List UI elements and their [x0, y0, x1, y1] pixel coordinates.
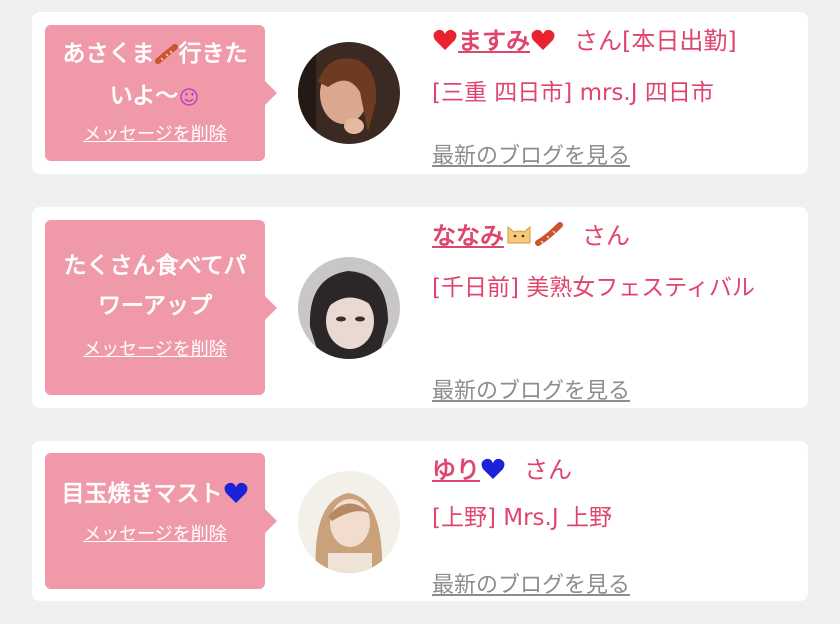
status-badge: [本日出勤] — [622, 27, 737, 55]
blue-heart-icon — [480, 456, 506, 490]
blue-heart-icon — [223, 479, 249, 517]
message-bubble: 目玉焼きマスト メッセージを削除 — [45, 453, 277, 589]
message-card: あさくま 行きたいよ～ メッセージを削除 ますみ さん[本日出勤] [三重 四日市]… — [32, 12, 808, 174]
shop-name: [三重 四日市] mrs.J 四日市 — [432, 80, 714, 106]
name-line: ゆり さん — [432, 453, 792, 490]
cat-sausage-icon — [504, 221, 564, 256]
message-card: たくさん食べてパワーアップ メッセージを削除 ななみ さん [千日前] 美熟女フェ… — [32, 207, 808, 408]
avatar[interactable] — [298, 257, 400, 359]
honorific: さん — [574, 27, 622, 55]
delete-message-link[interactable]: メッセージを削除 — [55, 123, 255, 147]
name-line: ますみ さん[本日出勤] — [432, 24, 792, 61]
avatar[interactable] — [298, 471, 400, 573]
message-text: あさくま 行きたいよ～ — [55, 35, 255, 119]
cast-name-link[interactable]: ゆり — [432, 456, 506, 484]
red-heart-icon — [432, 27, 458, 61]
blog-link[interactable]: 最新のブログを見る — [432, 373, 630, 405]
cast-name-link[interactable]: ななみ — [432, 222, 564, 250]
delete-message-link[interactable]: メッセージを削除 — [55, 338, 255, 362]
shop-name: [上野] Mrs.J 上野 — [432, 505, 612, 531]
delete-message-link[interactable]: メッセージを削除 — [55, 523, 255, 547]
message-bubble: たくさん食べてパワーアップ メッセージを削除 — [45, 220, 277, 395]
message-text: 目玉焼きマスト — [55, 475, 255, 517]
message-card: 目玉焼きマスト メッセージを削除 ゆり さん [上野] Mrs.J 上野 最新のブ… — [32, 441, 808, 601]
cast-info: ゆり さん [上野] Mrs.J 上野 最新のブログを見る — [432, 453, 792, 598]
cast-info: ななみ さん [千日前] 美熟女フェスティバル 最新のブログを見る — [432, 219, 792, 404]
blog-link[interactable]: 最新のブログを見る — [432, 138, 630, 170]
blog-link[interactable]: 最新のブログを見る — [432, 567, 630, 599]
message-text: たくさん食べてパワーアップ — [63, 253, 247, 319]
sausage-icon — [154, 39, 179, 77]
honorific: さん — [582, 222, 630, 250]
shop-name: [千日前] 美熟女フェスティバル — [432, 275, 755, 301]
name-line: ななみ さん — [432, 219, 792, 256]
message-bubble: あさくま 行きたいよ～ メッセージを削除 — [45, 25, 277, 161]
avatar[interactable] — [298, 42, 400, 144]
heart-eyes-icon — [178, 81, 200, 119]
honorific: さん — [524, 456, 572, 484]
red-heart-icon — [530, 27, 556, 61]
cast-name-link[interactable]: ますみ — [432, 27, 556, 55]
cast-info: ますみ さん[本日出勤] [三重 四日市] mrs.J 四日市 最新のブログを見る — [432, 24, 792, 169]
